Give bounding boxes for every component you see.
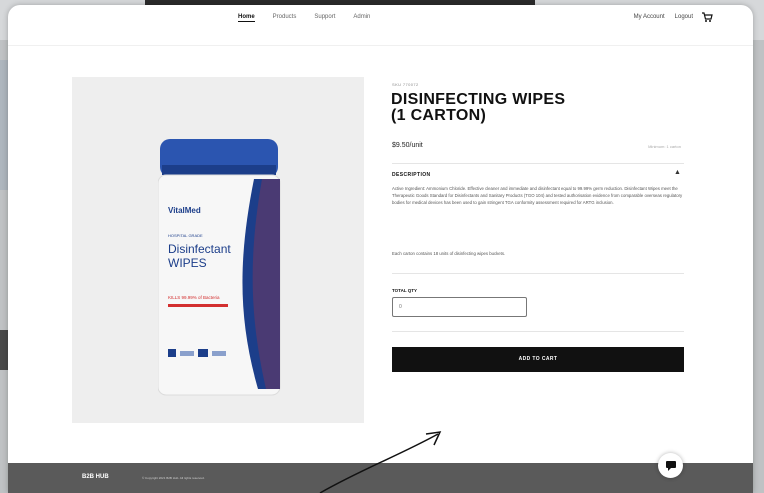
product-title: DISINFECTING WIPES (1 CARTON) [391, 92, 671, 124]
canister-name-1: Disinfectant [168, 242, 231, 256]
nav-account-links: My Account Logout [634, 14, 693, 20]
chat-button[interactable] [658, 453, 683, 478]
product-sku: SKU 770072 [392, 82, 419, 87]
divider [392, 163, 684, 164]
browser-window: Home Products Support Admin My Account L… [8, 5, 753, 493]
divider [392, 273, 684, 274]
canister-brand: VitalMed [168, 206, 201, 215]
cart-icon[interactable] [701, 11, 713, 23]
description-text: Active Ingredient: Ammonium Chloride. Ef… [392, 186, 683, 205]
chevron-up-icon[interactable]: ▲ [674, 169, 681, 176]
nav-products[interactable]: Products [273, 14, 297, 22]
price-note: Minimum: 1 carton [648, 144, 681, 149]
product-image-panel: VitalMed HOSPITAL GRADE Disinfectant WIP… [72, 77, 364, 423]
quantity-label: TOTAL QTY [392, 288, 418, 293]
divider [392, 331, 684, 332]
canister-claim: KILLS 99.99% of Bacteria [168, 295, 220, 300]
top-nav: Home Products Support Admin My Account L… [8, 5, 753, 46]
nav-admin[interactable]: Admin [353, 14, 370, 22]
product-title-line-2: (1 CARTON) [391, 107, 487, 124]
product-title-line-1: DISINFECTING WIPES [391, 91, 566, 108]
my-account-link[interactable]: My Account [634, 14, 665, 20]
product-image: VitalMed HOSPITAL GRADE Disinfectant WIP… [158, 139, 281, 396]
canister-name-2: WIPES [168, 256, 207, 270]
nav-home[interactable]: Home [238, 14, 255, 22]
logout-link[interactable]: Logout [675, 14, 693, 20]
quantity-input[interactable] [392, 297, 527, 317]
footer-copyright: © Copyright 2021 B2B Hub. All rights res… [142, 476, 205, 480]
chat-icon [666, 461, 676, 471]
description-extra: Each carton contains 18 units of disinfe… [392, 251, 506, 256]
description-header[interactable]: DESCRIPTION [392, 172, 431, 178]
footer-logo: B2B HUB [82, 474, 109, 480]
footer: B2B HUB © Copyright 2021 B2B Hub. All ri… [8, 463, 753, 493]
product-price: $9.50/unit [392, 142, 423, 149]
add-to-cart-button[interactable]: ADD TO CART [392, 347, 684, 372]
nav-links: Home Products Support Admin [238, 14, 370, 22]
nav-support[interactable]: Support [314, 14, 335, 22]
canister-small: HOSPITAL GRADE [168, 233, 203, 238]
